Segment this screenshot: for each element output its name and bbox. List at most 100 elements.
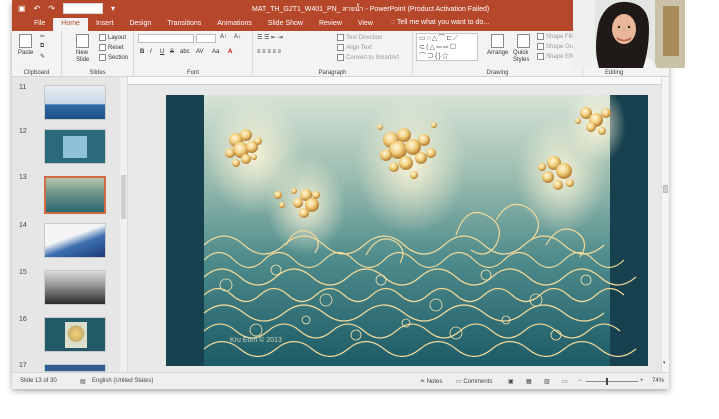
smartart-button[interactable]: Convert to SmartArt — [337, 54, 399, 61]
slide-number-15: 15 — [19, 269, 27, 276]
redo-icon[interactable]: ↷ — [48, 4, 55, 14]
tab-review[interactable]: Review — [311, 18, 350, 31]
shape-fill-button[interactable]: Shape Fill — [537, 33, 573, 40]
slide-number-14: 14 — [19, 222, 27, 229]
shadow-button[interactable]: abc — [180, 49, 190, 55]
tab-transitions[interactable]: Transitions — [159, 18, 209, 31]
copy-icon[interactable]: ⧉ — [40, 43, 44, 50]
window-title: MAT_TH_G2T1_W401_PN_ สายน้ำ - PowerPoint… — [252, 6, 490, 13]
section-icon — [99, 54, 106, 61]
slide-thumbnail-14[interactable] — [44, 223, 106, 258]
quick-styles-icon[interactable] — [517, 34, 530, 48]
tell-me-search[interactable]: ◌ Tell me what you want to do... — [381, 17, 495, 31]
slide-thumbnail-11[interactable] — [44, 85, 106, 120]
align-text-label: Align Text — [346, 45, 372, 52]
align-text-button[interactable]: Align Text — [337, 44, 372, 51]
arrange-button[interactable]: Arrange — [487, 50, 508, 56]
reading-view-icon[interactable]: ▥ — [544, 378, 550, 385]
slide-scroll-thumb[interactable] — [663, 185, 668, 193]
tab-insert[interactable]: Insert — [88, 18, 122, 31]
slide-thumbnail-12[interactable] — [44, 129, 106, 164]
cut-icon[interactable]: ✂ — [40, 33, 45, 40]
reset-icon — [99, 44, 106, 51]
horizontal-ruler — [128, 77, 669, 85]
zoom-out-icon[interactable]: − — [578, 378, 582, 384]
text-direction-button[interactable]: Text Direction — [337, 34, 382, 41]
layout-icon — [99, 34, 106, 41]
section-button[interactable]: Section — [99, 54, 128, 61]
tab-slide-show[interactable]: Slide Show — [260, 18, 311, 31]
language-indicator[interactable]: English (United States) — [92, 378, 153, 384]
slide-vertical-scrollbar[interactable]: ▾ — [661, 77, 669, 372]
slide-thumbnail-13[interactable] — [44, 176, 106, 214]
clipboard-group: Paste ✂ ⧉ ✎ Clipboard — [12, 31, 62, 77]
powerpoint-window: ▣ ↶ ↷ ▾ MAT_TH_G2T1_W401_PN_ สายน้ำ - Po… — [12, 0, 669, 389]
smartart-label: Convert to SmartArt — [346, 55, 400, 62]
save-icon[interactable]: ▣ — [18, 4, 26, 14]
normal-view-icon[interactable]: ▣ — [508, 378, 514, 385]
shape-outline-icon — [537, 43, 544, 50]
notes-button[interactable]: ≐ Notes — [420, 378, 442, 385]
webcam-image — [573, 0, 685, 68]
slideshow-view-icon[interactable]: ▭ — [562, 378, 568, 385]
font-color-button[interactable]: A — [228, 49, 232, 55]
font-label: Font — [186, 70, 199, 76]
tab-file[interactable]: File — [26, 18, 53, 31]
zoom-slider-thumb[interactable] — [606, 378, 608, 385]
section-label: Section — [108, 55, 129, 62]
change-case-button[interactable]: Aa — [212, 49, 219, 55]
layout-label: Layout — [108, 35, 127, 42]
font-name-field[interactable] — [138, 34, 194, 43]
tab-animations[interactable]: Animations — [209, 18, 260, 31]
undo-icon[interactable]: ↶ — [34, 4, 41, 14]
ribbon-tabs: File Home Insert Design Transitions Anim… — [12, 17, 669, 31]
new-slide-icon[interactable] — [76, 34, 89, 48]
customize-qat-icon[interactable]: ▾ — [111, 4, 115, 14]
tab-design[interactable]: Design — [121, 18, 159, 31]
thumbnail-scroll-thumb[interactable] — [121, 175, 126, 219]
slide-thumbnail-pane: 11 12 13 14 15 16 17 — [12, 77, 120, 372]
zoom-level[interactable]: 74% — [652, 378, 664, 384]
paste-button[interactable]: Paste — [18, 50, 33, 56]
italic-button[interactable]: I — [150, 49, 152, 55]
bold-button[interactable]: B — [140, 49, 144, 55]
layout-button[interactable]: Layout — [99, 34, 126, 41]
shape-fill-label: Shape Fill — [546, 34, 573, 41]
arrange-icon[interactable] — [491, 34, 504, 48]
tell-me-text: Tell me what you want to do... — [396, 19, 490, 26]
reset-button[interactable]: Reset — [99, 44, 124, 51]
zoom-slider[interactable] — [586, 378, 638, 385]
shapes-gallery[interactable]: ▭○△⌒⊏⟋ ⊂⟨△⇦⇨☐ ⌒⊃{}☆ — [416, 33, 478, 61]
font-size-field[interactable] — [196, 34, 216, 43]
tab-home[interactable]: Home — [53, 18, 88, 31]
quick-styles-button[interactable]: Quick Styles — [513, 50, 535, 64]
editing-label: Editing — [605, 70, 624, 76]
slide-thumbnail-15[interactable] — [44, 270, 106, 305]
slide-thumbnail-16[interactable] — [44, 317, 106, 352]
thumbnail-scrollbar[interactable] — [120, 77, 128, 372]
align-text-icon — [337, 44, 344, 51]
zoom-in-icon[interactable]: + — [640, 378, 644, 384]
grow-font-icon[interactable]: A↑ — [220, 34, 227, 40]
qat-input-box[interactable] — [62, 3, 103, 14]
shrink-font-icon[interactable]: A↓ — [234, 34, 241, 40]
slide-thumbnail-17[interactable] — [44, 364, 106, 372]
new-slide-button[interactable]: New Slide — [76, 50, 94, 64]
paragraph-label: Paragraph — [318, 70, 347, 76]
strikethrough-button[interactable]: S — [170, 49, 174, 55]
char-spacing-button[interactable]: AV — [196, 49, 204, 55]
status-bar: Slide 13 of 30 ▤ English (United States)… — [12, 372, 669, 389]
scroll-down-icon[interactable]: ▾ — [663, 360, 666, 366]
font-group: A↑ A↓ B I U S abc AV Aa A Font — [134, 31, 253, 77]
format-painter-icon[interactable]: ✎ — [40, 53, 45, 60]
current-slide[interactable]: Kru Eom © 2013 — [166, 95, 648, 366]
align-icons[interactable]: ≡ ≡ ≡ ≡ ≡ — [257, 49, 281, 55]
notes-icon: ≐ — [420, 379, 427, 385]
comments-button[interactable]: ▭ Comments — [456, 378, 492, 385]
paste-icon[interactable] — [19, 34, 32, 48]
spell-check-icon[interactable]: ▤ — [80, 378, 86, 385]
bullets-icon[interactable]: ☰ ☰ ⇤ ⇥ — [257, 34, 283, 41]
slide-sorter-icon[interactable]: ▦ — [526, 378, 532, 385]
tab-view[interactable]: View — [350, 18, 381, 31]
underline-button[interactable]: U — [160, 49, 164, 55]
